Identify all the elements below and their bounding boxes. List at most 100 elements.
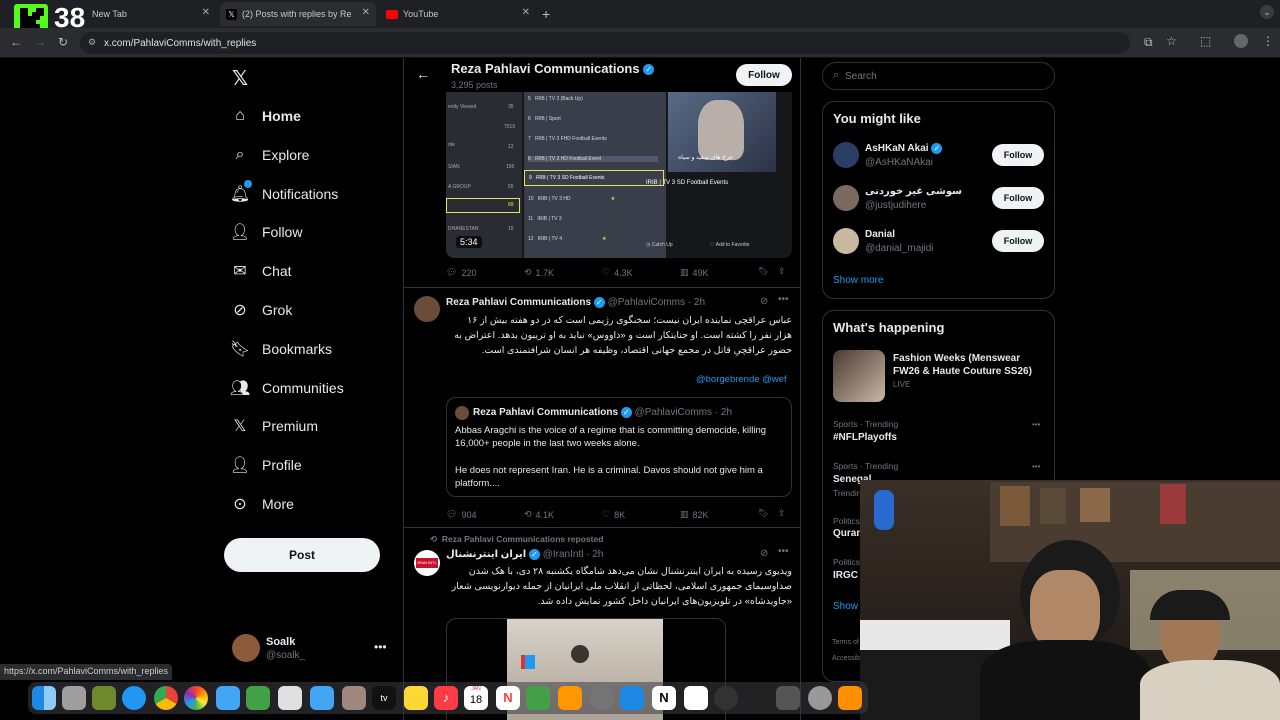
share-button[interactable]: ⇪ [778, 508, 786, 519]
like-button[interactable]: ♡ 4.3K [602, 267, 633, 278]
tab-x-posts[interactable]: 𝕏 (2) Posts with replies by Rez ✕ [220, 2, 376, 26]
url-field[interactable]: ⚙ x.com/PahlaviComms/with_replies [80, 32, 1130, 54]
fl-studio-icon[interactable] [838, 686, 862, 710]
photos-icon[interactable] [184, 686, 208, 710]
account-switcher[interactable]: Soalk @soalk_ ••• [230, 632, 390, 666]
app-icon[interactable] [776, 686, 800, 710]
nav-more[interactable]: ⊙ More [230, 490, 294, 518]
quoted-post[interactable]: Reza Pahlavi Communications ✓ @PahlaviCo… [446, 397, 792, 497]
grok-post-icon[interactable]: ⊘ [760, 296, 768, 307]
nav-grok[interactable]: ⊘ Grok [230, 296, 292, 324]
event-thumbnail[interactable] [833, 350, 885, 402]
reload-icon[interactable]: ↻ [58, 35, 68, 49]
follow-button[interactable]: Follow [992, 187, 1044, 209]
app-icon[interactable] [714, 686, 738, 710]
views-button[interactable]: ▥ 49K [680, 267, 709, 278]
follow-button[interactable]: Follow [992, 144, 1044, 166]
calendar-app-icon[interactable] [684, 686, 708, 710]
bookmark-button[interactable]: 🔖︎ [758, 266, 769, 277]
post-more-icon[interactable]: ••• [778, 294, 789, 305]
numbers-icon[interactable] [526, 686, 550, 710]
footer-link[interactable]: Accessib [832, 655, 860, 662]
nav-home[interactable]: ⌂ Home [230, 102, 301, 130]
nav-profile[interactable]: 👤︎ Profile [230, 451, 302, 479]
freeform-icon[interactable] [310, 686, 334, 710]
trend-topic[interactable]: IRGC [833, 570, 858, 581]
music-icon[interactable]: ♪ [434, 686, 458, 710]
search-input[interactable] [845, 69, 1045, 83]
tab-search-chevron-icon[interactable]: ⌄ [1260, 5, 1274, 19]
nav-explore[interactable]: ⌕ Explore [230, 141, 310, 169]
bookmark-star-icon[interactable]: ☆ [1166, 34, 1177, 48]
trend-topic[interactable]: Quran [833, 528, 862, 539]
apple-tv-icon[interactable]: tv [372, 686, 396, 710]
back-arrow-icon[interactable]: ← [10, 35, 22, 49]
app-icon[interactable] [808, 686, 832, 710]
app-store-icon[interactable] [620, 686, 644, 710]
browser-menu-icon[interactable]: ⋮ [1262, 34, 1274, 48]
tab-close-icon[interactable]: ✕ [362, 7, 370, 18]
reply-button[interactable]: 💬︎ 904 [446, 509, 476, 520]
finder-icon[interactable] [32, 686, 56, 710]
reply-button[interactable]: 💬︎ 220 [446, 267, 476, 278]
tab-close-icon[interactable]: ✕ [202, 7, 210, 18]
grok-post-icon[interactable]: ⊘ [760, 548, 768, 559]
post-author-handle[interactable]: @IranIntl [543, 549, 584, 560]
repost-button[interactable]: ⟲ 1.7K [524, 267, 554, 278]
mail-icon[interactable] [216, 686, 240, 710]
nav-communities[interactable]: 👥︎ Communities [230, 374, 344, 402]
app-icon[interactable] [342, 686, 366, 710]
avatar[interactable]: IRAN INTL [414, 550, 440, 576]
app-icon[interactable] [278, 686, 302, 710]
avatar[interactable] [414, 296, 440, 322]
pages-icon[interactable] [558, 686, 582, 710]
extensions-icon[interactable]: ⬚ [1200, 34, 1211, 48]
show-more-link[interactable]: Show more [833, 275, 884, 286]
repost-button[interactable]: ⟲ 4.1K [524, 509, 554, 520]
post-author-handle[interactable]: @PahlaviComms [608, 297, 685, 308]
nav-follow[interactable]: 👤︎ Follow [230, 218, 303, 246]
bookmark-button[interactable]: 🔖︎ [758, 508, 769, 519]
views-button[interactable]: ▥ 82K [680, 509, 709, 520]
post-author-name[interactable]: Reza Pahlavi Communications [446, 297, 591, 308]
tab-youtube[interactable]: YouTube ✕ [380, 2, 536, 26]
avatar[interactable] [833, 142, 859, 168]
safari-icon[interactable] [122, 686, 146, 710]
news-icon[interactable]: N [496, 686, 520, 710]
trend-more-icon[interactable]: ••• [1032, 420, 1040, 429]
nav-premium[interactable]: 𝕏 Premium [230, 412, 318, 440]
post-button[interactable]: Post [224, 538, 380, 572]
nav-bookmarks[interactable]: 🔖︎ Bookmarks [230, 335, 332, 363]
back-arrow-icon[interactable]: ← [416, 66, 430, 82]
post-mentions[interactable]: @borgebrende @wef [696, 374, 787, 385]
post-author-name[interactable]: ایران اینترنشنال [446, 549, 526, 560]
x-logo-icon[interactable]: 𝕏 [232, 66, 248, 91]
suggested-user-name[interactable]: سوشی غیر خوردنی [865, 186, 962, 197]
app-icon[interactable] [746, 686, 770, 710]
share-button[interactable]: ⇪ [778, 266, 786, 277]
notes-icon[interactable] [404, 686, 428, 710]
suggested-user-name[interactable]: AsHKaN Akai ✓ [865, 143, 943, 154]
timeline-column[interactable]: ← Reza Pahlavi Communications ✓ 3,295 po… [403, 58, 801, 720]
search-box[interactable]: ⌕ [822, 62, 1055, 90]
cast-icon[interactable]: ⧉ [1144, 35, 1153, 50]
notion-icon[interactable]: N [652, 686, 676, 710]
tab-close-icon[interactable]: ✕ [522, 7, 530, 18]
nav-notifications[interactable]: 🔔︎ Notifications [230, 180, 338, 208]
post-more-icon[interactable]: ••• [778, 546, 789, 557]
nav-chat[interactable]: ✉ Chat [230, 257, 291, 285]
like-button[interactable]: ♡ 8K [602, 509, 625, 520]
follow-button[interactable]: Follow [736, 64, 792, 86]
avatar[interactable] [833, 185, 859, 211]
post-media-video[interactable]: ently Viewed rite SIAN A GROUP DHANESTAN… [446, 92, 792, 258]
account-more-icon[interactable]: ••• [374, 640, 387, 654]
launchpad-icon[interactable] [62, 686, 86, 710]
site-info-icon[interactable]: ⚙ [88, 37, 96, 48]
trend-topic[interactable]: #NFLPlayoffs [833, 432, 897, 443]
post-time[interactable]: · 2h [688, 297, 705, 308]
trend-more-icon[interactable]: ••• [1032, 462, 1040, 471]
footer-link[interactable]: Terms of [832, 639, 859, 646]
forward-arrow-icon[interactable]: → [34, 35, 46, 49]
follow-button[interactable]: Follow [992, 230, 1044, 252]
avatar[interactable] [833, 228, 859, 254]
